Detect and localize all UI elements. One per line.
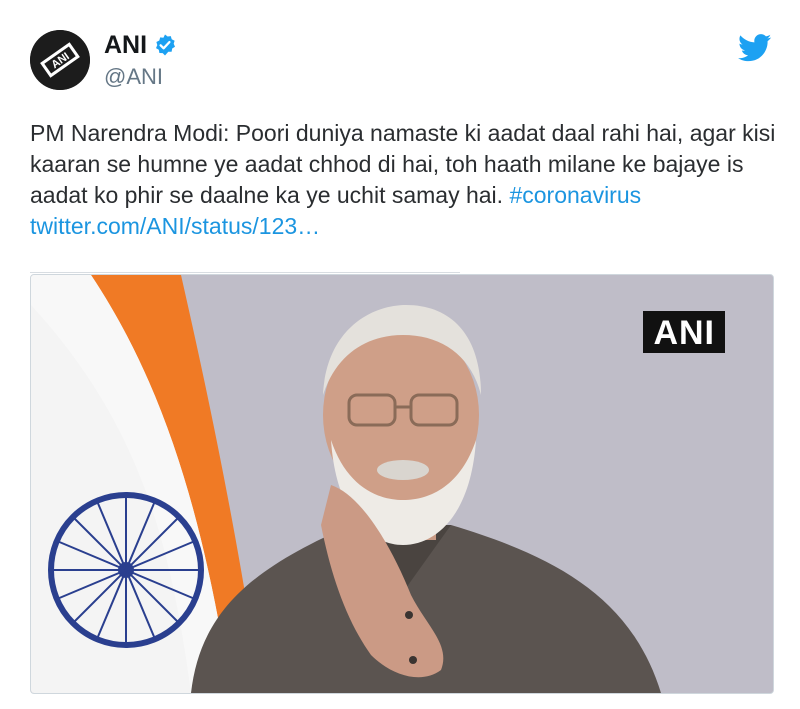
media-watermark: ANI xyxy=(643,311,725,353)
author-avatar[interactable]: ANI xyxy=(30,30,90,90)
tweet-text: PM Narendra Modi: Poori duniya namaste k… xyxy=(30,118,780,242)
ani-logo-avatar-icon: ANI xyxy=(30,30,90,90)
tweet-media-image[interactable]: ANI xyxy=(30,274,774,694)
tweet-body: PM Narendra Modi: Poori duniya namaste k… xyxy=(30,120,776,208)
author-name-row: ANI xyxy=(104,30,177,60)
divider xyxy=(30,272,460,273)
author-display-name[interactable]: ANI xyxy=(104,31,147,60)
hashtag-link[interactable]: #coronavirus xyxy=(509,182,641,208)
tweet-card: ANI ANI @ANI PM Narendra Modi: Poori dun… xyxy=(0,0,800,709)
status-link[interactable]: twitter.com/ANI/status/123… xyxy=(30,213,320,239)
verified-badge-icon xyxy=(156,34,176,56)
author-handle[interactable]: @ANI xyxy=(104,64,163,90)
twitter-bird-icon[interactable] xyxy=(738,34,772,62)
